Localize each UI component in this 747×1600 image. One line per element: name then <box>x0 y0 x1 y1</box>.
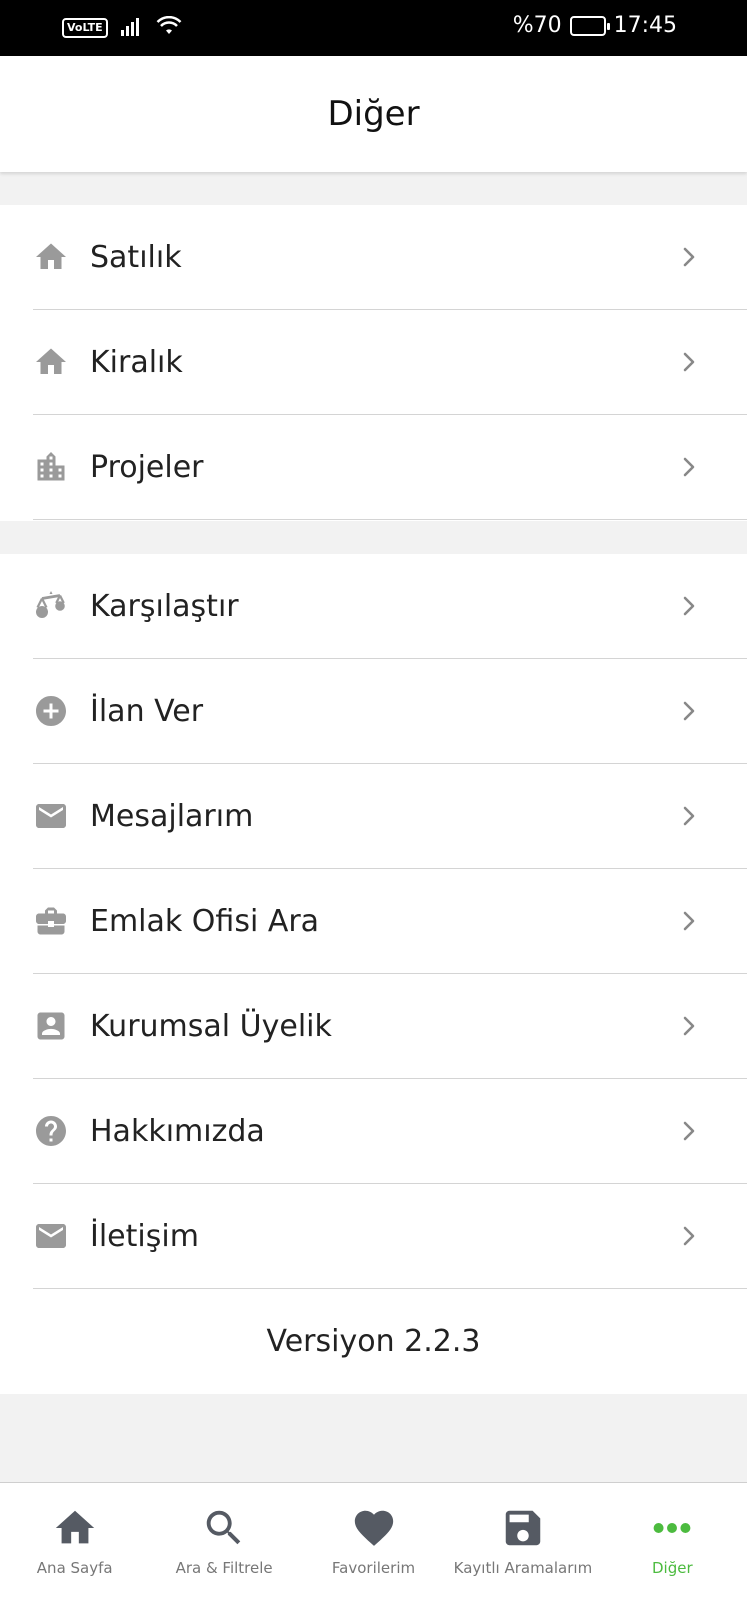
menu-item-label: Satılık <box>90 239 182 275</box>
battery-icon <box>569 15 610 36</box>
home-icon <box>33 239 69 275</box>
signal-icon <box>120 16 144 40</box>
building-icon <box>33 449 69 485</box>
clock: 17:45 <box>613 13 677 38</box>
chevron-right-icon <box>679 802 699 830</box>
menu-item-kurumsal-uyelik[interactable]: Kurumsal Üyelik <box>33 974 747 1079</box>
menu-item-hakkimizda[interactable]: Hakkımızda <box>33 1079 747 1184</box>
heart-icon <box>351 1505 397 1551</box>
briefcase-icon <box>33 903 69 939</box>
menu-item-satilik[interactable]: Satılık <box>33 205 747 310</box>
menu-item-label: Projeler <box>90 449 204 485</box>
menu-item-label: Mesajlarım <box>90 798 254 834</box>
chevron-right-icon <box>679 592 699 620</box>
mail-icon <box>33 798 69 834</box>
menu-item-label: İletişim <box>90 1218 199 1254</box>
menu-item-mesajlarim[interactable]: Mesajlarım <box>33 764 747 869</box>
bottom-tab-bar: Ana Sayfa Ara & Filtrele Favorilerim Kayıtl… <box>0 1482 747 1600</box>
menu-item-i-letisim[interactable]: İletişim <box>33 1184 747 1289</box>
status-bar: VoLTE %70 17:45 <box>0 0 747 56</box>
menu-item-label: İlan Ver <box>90 693 204 729</box>
help-icon <box>33 1113 69 1149</box>
menu-item-label: Emlak Ofisi Ara <box>90 903 320 939</box>
menu-item-karsilastir[interactable]: Karşılaştır <box>33 554 747 659</box>
add-circle-icon <box>33 693 69 729</box>
tab-ana-sayfa[interactable]: Ana Sayfa <box>0 1483 149 1600</box>
tab-kayitli-aramalarim[interactable]: Kayıtlı Aramalarım <box>448 1483 597 1600</box>
tab-favorilerim[interactable]: Favorilerim <box>299 1483 448 1600</box>
version-text: Versiyon 2.2.3 <box>266 1324 481 1359</box>
tab-label: Ana Sayfa <box>36 1559 113 1577</box>
tab-label: Diğer <box>652 1559 693 1577</box>
tab-label: Favorilerim <box>331 1559 416 1577</box>
chevron-right-icon <box>679 348 699 376</box>
status-left: VoLTE <box>62 15 182 40</box>
home-icon <box>33 344 69 380</box>
chevron-right-icon <box>679 1012 699 1040</box>
menu-item-label: Kiralık <box>90 344 183 380</box>
volte-badge: VoLTE <box>62 18 108 38</box>
tab-label: Ara & Filtrele <box>175 1559 273 1577</box>
menu-group-listings: Satılık Kiralık Projeler <box>0 205 747 521</box>
search-icon <box>201 1505 247 1551</box>
battery-percent: %70 <box>512 13 562 38</box>
menu-item-projeler[interactable]: Projeler <box>33 415 747 520</box>
tab-diger[interactable]: Diğer <box>598 1483 747 1600</box>
account-box-icon <box>33 1008 69 1044</box>
menu-item-emlak-ofisi-ara[interactable]: Emlak Ofisi Ara <box>33 869 747 974</box>
save-icon <box>500 1505 546 1551</box>
menu-item-label: Karşılaştır <box>90 588 239 624</box>
wifi-icon <box>156 15 182 40</box>
tab-ara-filtrele[interactable]: Ara & Filtrele <box>149 1483 298 1600</box>
menu-item-label: Hakkımızda <box>90 1113 265 1149</box>
menu-item-label: Kurumsal Üyelik <box>90 1008 332 1044</box>
tab-label: Kayıtlı Aramalarım <box>453 1559 593 1577</box>
chevron-right-icon <box>679 243 699 271</box>
home-icon <box>52 1505 98 1551</box>
chevron-right-icon <box>679 1117 699 1145</box>
menu-group-other: Karşılaştır İlan Ver Mesajlarım Emlak Ofisi… <box>0 554 747 1394</box>
mail-icon <box>33 1218 69 1254</box>
menu-item-kiralik[interactable]: Kiralık <box>33 310 747 415</box>
chevron-right-icon <box>679 453 699 481</box>
chevron-right-icon <box>679 907 699 935</box>
chevron-right-icon <box>679 697 699 725</box>
header: Diğer <box>0 56 747 172</box>
page-title: Diğer <box>327 94 420 134</box>
scale-icon <box>33 588 69 624</box>
menu-item-i-lan-ver[interactable]: İlan Ver <box>33 659 747 764</box>
status-right: %70 17:45 <box>513 13 677 38</box>
chevron-right-icon <box>679 1222 699 1250</box>
more-dots-icon <box>649 1505 695 1551</box>
